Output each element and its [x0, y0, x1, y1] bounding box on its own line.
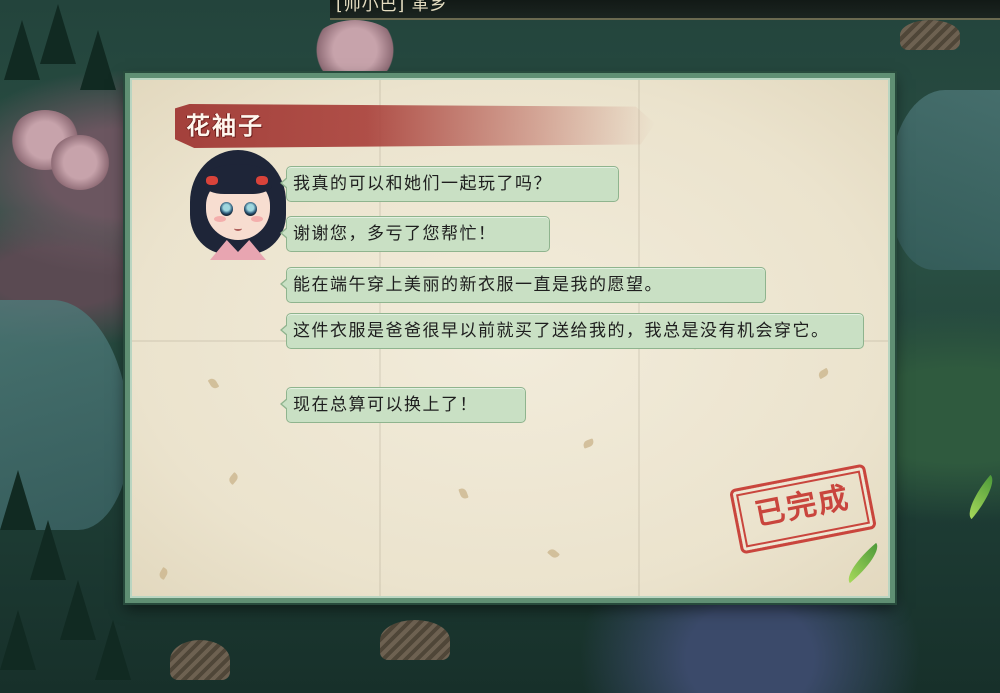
speaker-name: 花袖子	[186, 111, 264, 140]
pine-tree-icon	[95, 620, 131, 680]
cherry-blossom-tree	[50, 135, 110, 190]
river	[890, 90, 1000, 270]
petal-decoration	[816, 367, 831, 380]
dialog-bubble: 谢谢您，多亏了您帮忙！	[280, 216, 550, 252]
petal-decoration	[582, 438, 595, 449]
cherry-blossom-tree	[310, 20, 400, 80]
haystack-hut	[900, 20, 960, 50]
pine-tree-icon	[80, 30, 116, 90]
petal-decoration	[207, 376, 220, 391]
completed-stamp: 已完成	[728, 463, 878, 555]
girl-portrait-icon	[190, 150, 286, 260]
haystack-hut	[380, 620, 450, 660]
dialog-bubble: 能在端午穿上美丽的新衣服一直是我的愿望。	[280, 267, 766, 303]
dialog-panel[interactable]: 花袖子 我真的可以和她们一起玩了吗？ 谢谢您，多亏了您帮忙！ 能在端午穿上美丽的…	[125, 73, 895, 603]
petal-decoration	[458, 487, 469, 500]
dialog-bubble: 我真的可以和她们一起玩了吗？	[280, 166, 619, 202]
petal-decoration	[157, 566, 170, 581]
pine-tree-icon	[40, 4, 76, 64]
haystack-hut	[170, 640, 230, 680]
top-status-bar: [帅小巴] 革乡	[330, 0, 1000, 20]
leaf-decoration	[840, 542, 886, 584]
dialog-bubble: 现在总算可以换上了！	[280, 387, 526, 423]
pine-tree-icon	[30, 520, 66, 580]
pine-tree-icon	[60, 580, 96, 640]
pine-tree-icon	[0, 610, 36, 670]
petal-decoration	[227, 472, 240, 485]
dialog-bubble: 这件衣服是爸爸很早以前就买了送给我的，我总是没有机会穿它。	[280, 313, 864, 349]
petal-decoration	[547, 547, 560, 560]
pine-tree-icon	[4, 20, 40, 80]
